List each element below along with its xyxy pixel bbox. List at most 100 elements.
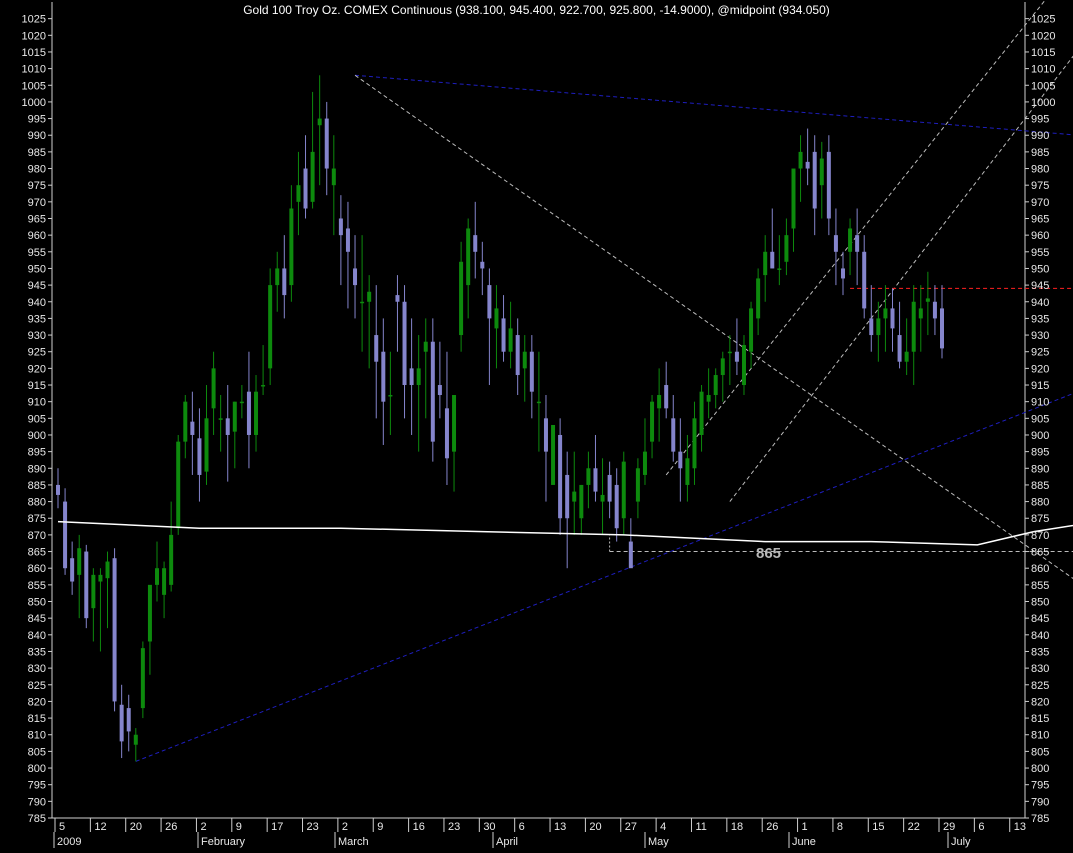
x-day-label: 29 xyxy=(943,821,955,833)
candle-body xyxy=(360,301,365,304)
candle-body xyxy=(197,438,202,475)
y-tick-label-left: 1010 xyxy=(22,64,46,76)
y-tick-label-left: 825 xyxy=(28,680,46,692)
candle-body xyxy=(657,395,662,409)
candle-body xyxy=(402,301,407,386)
y-tick-label-right: 890 xyxy=(1031,463,1049,475)
candle-body xyxy=(572,491,577,502)
candle-body xyxy=(763,251,768,276)
x-day-label: 26 xyxy=(165,821,177,833)
y-tick-label-left: 835 xyxy=(28,646,46,658)
y-tick-label-right: 810 xyxy=(1031,730,1049,742)
candle-body xyxy=(430,341,435,442)
y-tick-label-left: 795 xyxy=(28,780,46,792)
y-tick-label-left: 800 xyxy=(28,763,46,775)
candle-body xyxy=(522,351,527,369)
candle-body xyxy=(444,408,449,459)
y-tick-label-right: 920 xyxy=(1031,363,1049,375)
x-day-label: 11 xyxy=(695,821,706,833)
x-day-label: 23 xyxy=(448,821,460,833)
y-tick-label-right: 980 xyxy=(1031,164,1049,176)
candle-body xyxy=(876,318,881,336)
candle-body xyxy=(798,151,803,169)
y-tick-label-left: 895 xyxy=(28,447,46,459)
candle-body xyxy=(190,421,195,435)
candle-body xyxy=(395,295,400,302)
candle-body xyxy=(890,308,895,329)
candle-body xyxy=(536,401,541,404)
candle-body xyxy=(833,235,838,252)
candle-body xyxy=(289,208,294,286)
y-tick-label-right: 875 xyxy=(1031,513,1049,525)
candle-body xyxy=(734,351,739,362)
candle-body xyxy=(621,461,626,519)
y-tick-label-left: 980 xyxy=(28,164,46,176)
y-tick-label-left: 1015 xyxy=(22,47,46,59)
y-tick-label-right: 940 xyxy=(1031,297,1049,309)
candle-body xyxy=(473,235,478,252)
candle-body xyxy=(98,574,103,582)
y-tick-label-left: 1020 xyxy=(22,30,46,42)
x-day-label: 6 xyxy=(978,821,984,833)
x-day-label: 20 xyxy=(130,821,142,833)
candle-body xyxy=(169,534,174,585)
y-tick-label-right: 840 xyxy=(1031,630,1049,642)
y-tick-label-left: 940 xyxy=(28,297,46,309)
x-day-label: 17 xyxy=(271,821,283,833)
y-tick-label-right: 1000 xyxy=(1031,97,1055,109)
y-tick-label-left: 785 xyxy=(28,813,46,825)
y-tick-label-right: 820 xyxy=(1031,696,1049,708)
x-month-label: April xyxy=(496,836,518,848)
candle-body xyxy=(239,401,244,404)
y-tick-label-right: 850 xyxy=(1031,597,1049,609)
candle-body xyxy=(91,574,96,609)
y-tick-label-right: 800 xyxy=(1031,763,1049,775)
y-tick-label-left: 870 xyxy=(28,530,46,542)
y-tick-label-right: 950 xyxy=(1031,263,1049,275)
y-tick-label-left: 845 xyxy=(28,613,46,625)
candle-body xyxy=(741,345,746,386)
candle-body xyxy=(529,351,534,392)
candle-body xyxy=(551,424,556,485)
y-tick-label-right: 790 xyxy=(1031,796,1049,808)
candle-body xyxy=(940,308,944,349)
candle-body xyxy=(374,335,379,362)
candle-body xyxy=(593,468,598,492)
candle-body xyxy=(480,261,485,269)
x-month-label: March xyxy=(338,836,369,848)
candle-body xyxy=(282,268,287,296)
y-tick-label-left: 975 xyxy=(28,180,46,192)
y-tick-label-left: 955 xyxy=(28,247,46,259)
y-tick-label-left: 850 xyxy=(28,597,46,609)
y-tick-label-left: 815 xyxy=(28,713,46,725)
candle-body xyxy=(855,235,860,252)
candle-body xyxy=(487,285,492,319)
candle-body xyxy=(338,218,343,236)
candle-body xyxy=(685,458,690,485)
candle-body xyxy=(501,318,506,352)
candle-body xyxy=(692,418,697,469)
y-tick-label-right: 930 xyxy=(1031,330,1049,342)
candle-body xyxy=(268,285,273,369)
candle-body xyxy=(897,335,902,362)
y-tick-label-right: 1015 xyxy=(1031,47,1055,59)
candle-body xyxy=(812,151,817,209)
y-tick-label-left: 905 xyxy=(28,413,46,425)
x-day-label: 9 xyxy=(377,821,383,833)
candle-body xyxy=(586,468,591,485)
candle-body xyxy=(664,385,669,409)
candle-body xyxy=(367,291,372,302)
x-day-label: 20 xyxy=(589,821,601,833)
y-tick-label-left: 965 xyxy=(28,213,46,225)
x-month-label: May xyxy=(648,836,669,848)
y-tick-label-left: 830 xyxy=(28,663,46,675)
y-tick-label-left: 930 xyxy=(28,330,46,342)
y-tick-label-right: 910 xyxy=(1031,397,1049,409)
chart-background xyxy=(0,0,1073,848)
candle-body xyxy=(147,584,152,642)
candle-body xyxy=(713,375,718,396)
candle-body xyxy=(904,351,909,362)
candle-body xyxy=(791,168,796,229)
y-tick-label-right: 785 xyxy=(1031,813,1049,825)
y-tick-label-left: 995 xyxy=(28,114,46,126)
